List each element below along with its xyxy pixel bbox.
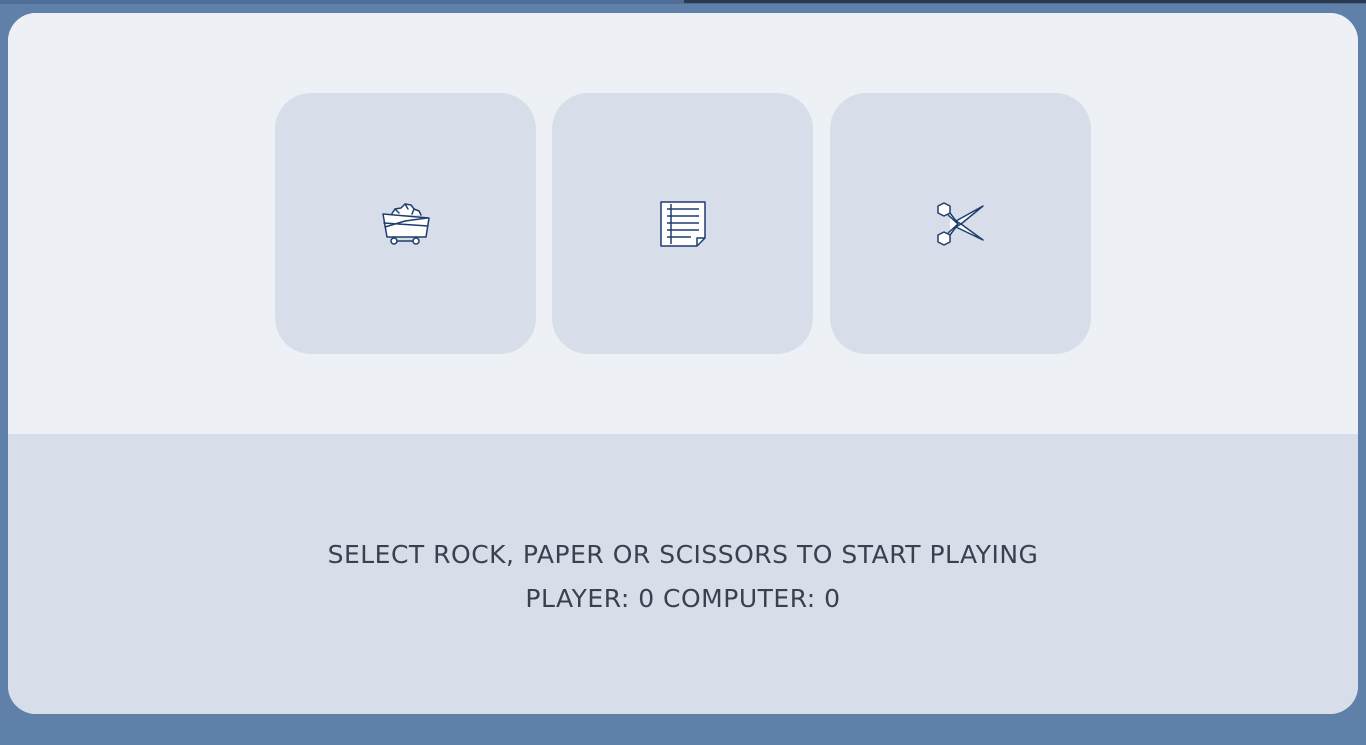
scissors-icon [936,201,984,246]
score-line: PLAYER: 0 COMPUTER: 0 [525,584,841,613]
status-area: SELECT ROCK, PAPER OR SCISSORS TO START … [8,434,1358,714]
window-top-bar-dark [684,0,1366,3]
choices-area [8,13,1358,434]
paper-button[interactable] [552,93,813,354]
window-top-bar [0,0,1366,4]
status-message: SELECT ROCK, PAPER OR SCISSORS TO START … [327,540,1039,569]
rock-button[interactable] [275,93,536,354]
mine-cart-rock-icon [381,202,430,245]
scissors-button[interactable] [830,93,1091,354]
lined-paper-icon [659,200,706,247]
game-panel: SELECT ROCK, PAPER OR SCISSORS TO START … [8,13,1358,714]
